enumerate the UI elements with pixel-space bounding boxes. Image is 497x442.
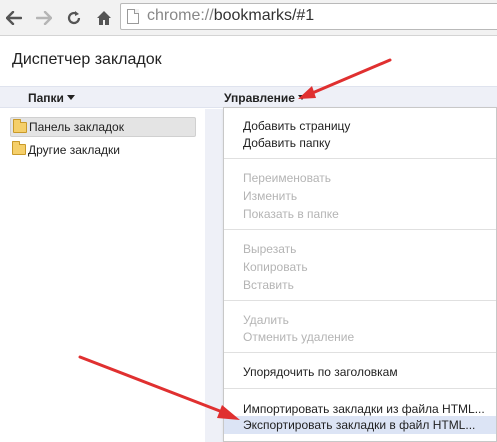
menu-item-add-folder[interactable]: Добавить папку [243,136,330,150]
menu-separator [224,388,496,389]
menu-item-export-html[interactable]: Экспортировать закладки в файл HTML... [224,416,496,434]
menu-item-delete[interactable]: Удалить [243,313,289,327]
menu-item-rename[interactable]: Переименовать [243,171,331,185]
menu-item-sort-by-title[interactable]: Упорядочить по заголовкам [243,365,398,379]
menu-item-copy[interactable]: Копировать [243,260,308,274]
back-arrow-icon[interactable] [4,8,24,28]
menu-item-undo-delete[interactable]: Отменить удаление [243,330,354,344]
tree-item-label: Панель закладок [29,120,124,134]
menu-separator [224,229,496,230]
menu-separator [224,300,496,301]
page-icon [127,9,139,24]
organize-menu-button[interactable]: Управление [224,91,306,105]
browser-toolbar: chrome://bookmarks/#1 [0,0,497,36]
menu-item-cut[interactable]: Вырезать [243,242,296,256]
menu-item-paste[interactable]: Вставить [243,278,294,292]
menu-item-show-in-folder[interactable]: Показать в папке [243,207,339,221]
menu-item-import-html[interactable]: Импортировать закладки из файла HTML... [243,402,485,416]
tree-item-label: Другие закладки [28,143,120,157]
page-title: Диспетчер закладок [12,51,162,68]
folder-tree: Панель закладок Другие закладки [0,109,205,442]
menu-item-edit[interactable]: Изменить [243,189,297,203]
folder-icon [13,119,27,133]
forward-arrow-icon[interactable] [34,8,54,28]
home-icon[interactable] [94,8,114,28]
tree-item-other-bookmarks[interactable]: Другие закладки [10,140,196,160]
url-text: chrome://bookmarks/#1 [147,7,315,24]
tree-item-bookmarks-bar[interactable]: Панель закладок [10,117,196,137]
organize-dropdown-menu: Добавить страницу Добавить папку Переиме… [223,107,497,442]
folder-icon [12,141,26,155]
menu-separator [224,158,496,159]
caret-down-icon [297,95,306,100]
address-bar[interactable]: chrome://bookmarks/#1 [120,3,497,30]
column-headers: Папки Управление [0,86,497,108]
menu-separator [224,352,496,353]
menu-item-add-page[interactable]: Добавить страницу [243,119,350,133]
caret-down-icon [66,95,75,100]
reload-icon[interactable] [64,8,84,28]
panel-splitter[interactable] [205,109,223,442]
folders-menu-button[interactable]: Папки [28,91,75,105]
